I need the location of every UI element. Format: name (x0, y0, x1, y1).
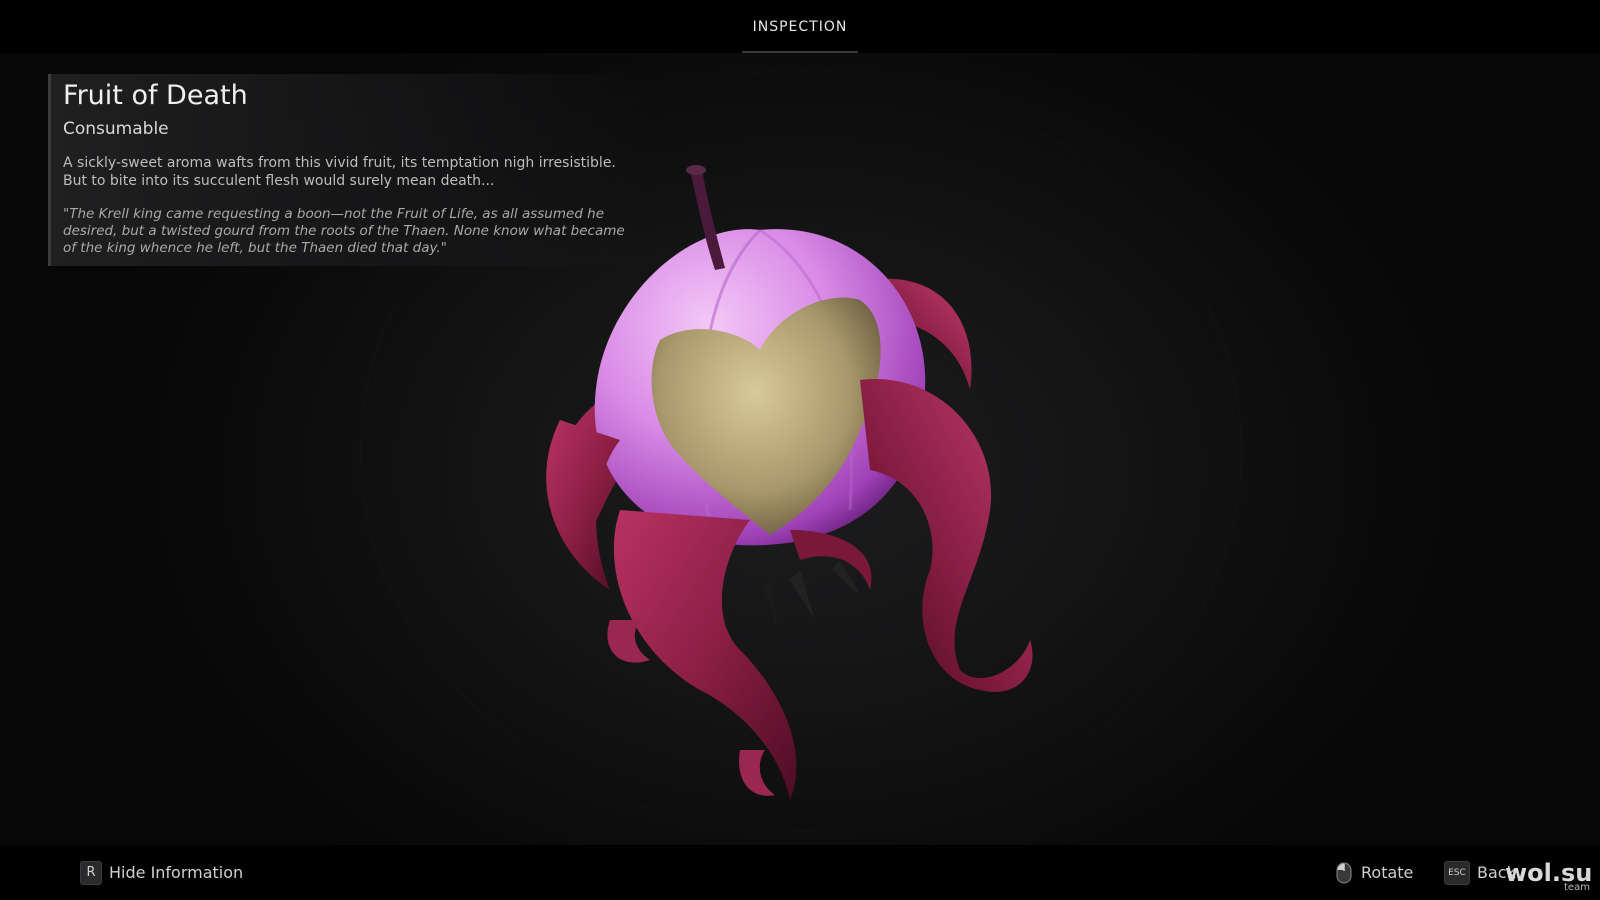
thorn (790, 570, 815, 620)
leaf-shape (860, 379, 1033, 692)
leaf-curl (739, 750, 775, 796)
bottom-bar: R Hide Information Rotate ESC Back (0, 845, 1600, 900)
key-r-icon: R (80, 860, 102, 885)
tab-inspection[interactable]: INSPECTION (742, 0, 858, 53)
stem-tip (686, 165, 706, 175)
thorn (762, 580, 778, 630)
rotate-label: Rotate (1361, 863, 1414, 882)
top-bar: INSPECTION (0, 0, 1600, 53)
leaf-shape (546, 420, 620, 590)
rotate-button[interactable]: Rotate (1336, 845, 1413, 900)
mouse-icon (1336, 862, 1352, 883)
watermark-sub: team (1564, 882, 1590, 893)
watermark: wol.su (1505, 859, 1593, 887)
fruit-of-death-model[interactable] (540, 150, 1080, 830)
hide-information-label: Hide Information (109, 863, 244, 882)
hide-information-button[interactable]: R Hide Information (80, 845, 243, 900)
tab-active-indicator (742, 51, 858, 53)
key-esc-icon: ESC (1444, 860, 1470, 885)
tab-inspection-label: INSPECTION (752, 18, 848, 35)
item-title: Fruit of Death (63, 80, 248, 111)
item-type: Consumable (63, 119, 169, 139)
